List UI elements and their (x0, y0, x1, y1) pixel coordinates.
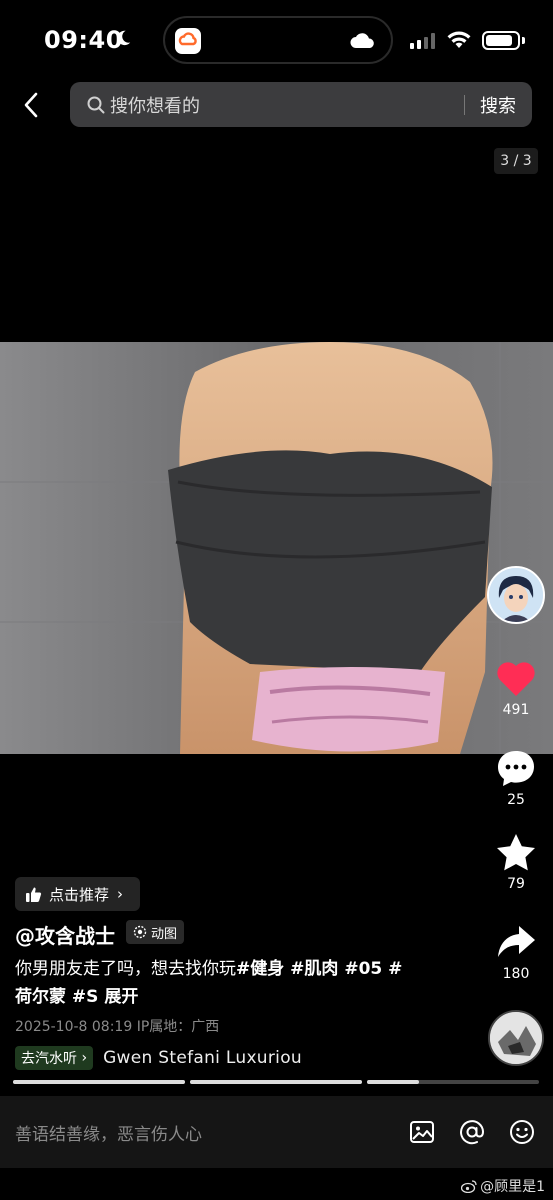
share-count: 180 (502, 966, 530, 982)
recommend-label: 点击推荐 (49, 885, 110, 904)
author-name[interactable]: @攻含战士 (15, 920, 115, 949)
thumb-up-icon (26, 887, 42, 902)
photo-illustration (0, 342, 553, 754)
search-button[interactable]: 搜索 (480, 92, 516, 118)
comment-count: 25 (507, 792, 525, 808)
progress-segment (367, 1080, 539, 1084)
like-count: 491 (502, 702, 530, 718)
battery-cap (522, 37, 525, 44)
at-icon[interactable] (458, 1118, 486, 1146)
post-caption: 你男朋友走了吗，想去找你玩#健身 #肌肉 #05 # 荷尔蒙 #S 展开 (15, 955, 455, 1011)
status-time: 09:40 (44, 26, 123, 54)
moon-icon (117, 30, 131, 46)
media-type-badge: 动图 (126, 920, 185, 944)
watermark-text: @顾里是1 (480, 1179, 545, 1195)
share-button[interactable]: 180 (486, 922, 546, 982)
recommend-button[interactable]: 点击推荐 › (15, 877, 140, 911)
like-button[interactable]: 491 (486, 660, 546, 718)
caption-tags[interactable]: #健身 #肌肉 #05 # (236, 959, 402, 979)
favorite-count: 79 (507, 876, 525, 892)
image-counter: 3 / 3 (494, 148, 538, 174)
battery-icon (482, 31, 520, 50)
caption-text: 你男朋友走了吗，想去找你玩 (15, 959, 236, 979)
weibo-icon (461, 1180, 477, 1193)
search-bar[interactable]: 搜你想看的 搜索 (70, 82, 532, 127)
avatar-image (489, 568, 543, 622)
music-cover-image (490, 1012, 542, 1064)
share-icon (498, 926, 535, 957)
app-icon (175, 28, 201, 54)
emoji-icon[interactable] (508, 1118, 536, 1146)
heart-icon (497, 662, 535, 696)
progress-fill (13, 1080, 185, 1084)
chevron-right-icon: › (117, 885, 124, 903)
post-image[interactable] (0, 342, 553, 754)
status-bar: 09:40 (0, 0, 553, 80)
search-input[interactable]: 搜你想看的 (110, 92, 200, 118)
battery-level (486, 35, 512, 46)
music-disc[interactable] (488, 1010, 544, 1066)
dynamic-island (163, 16, 393, 64)
progress-segment (13, 1080, 185, 1084)
progress-segment (190, 1080, 362, 1084)
animation-icon (133, 925, 147, 939)
favorite-button[interactable]: 79 (486, 832, 546, 892)
search-icon (87, 96, 105, 114)
comment-bar: 善语结善缘，恶言伤人心 (0, 1096, 553, 1168)
cellular-signal-icon (410, 33, 435, 49)
back-button[interactable] (14, 88, 48, 122)
cloud-icon (350, 33, 374, 48)
comment-button[interactable]: 25 (486, 748, 546, 808)
image-icon[interactable] (408, 1118, 436, 1146)
open-in-qishui-chip[interactable]: 去汽水听 › (15, 1046, 94, 1070)
progress-fill (190, 1080, 362, 1084)
wifi-icon (447, 31, 471, 48)
music-row[interactable]: 去汽水听 › Gwen Stefani Luxuriou (15, 1045, 320, 1071)
expand-button[interactable]: 展开 (104, 987, 138, 1007)
star-icon (497, 834, 535, 871)
caption-tags-cont[interactable]: 荷尔蒙 #S (15, 987, 98, 1007)
author-avatar[interactable] (487, 566, 545, 624)
progress-fill (367, 1080, 419, 1084)
post-meta: 2025-10-8 08:19 IP属地：广西 (15, 1019, 220, 1035)
comment-icon (498, 751, 534, 786)
music-chip-label: 去汽水听 (21, 1051, 77, 1067)
back-arrow-icon (24, 92, 38, 118)
music-title: Gwen Stefani Luxuriou (103, 1048, 302, 1068)
search-divider (464, 95, 465, 115)
media-type-label: 动图 (151, 926, 178, 942)
watermark: @顾里是1 (461, 1176, 545, 1196)
comment-input[interactable]: 善语结善缘，恶言伤人心 (15, 1120, 202, 1145)
